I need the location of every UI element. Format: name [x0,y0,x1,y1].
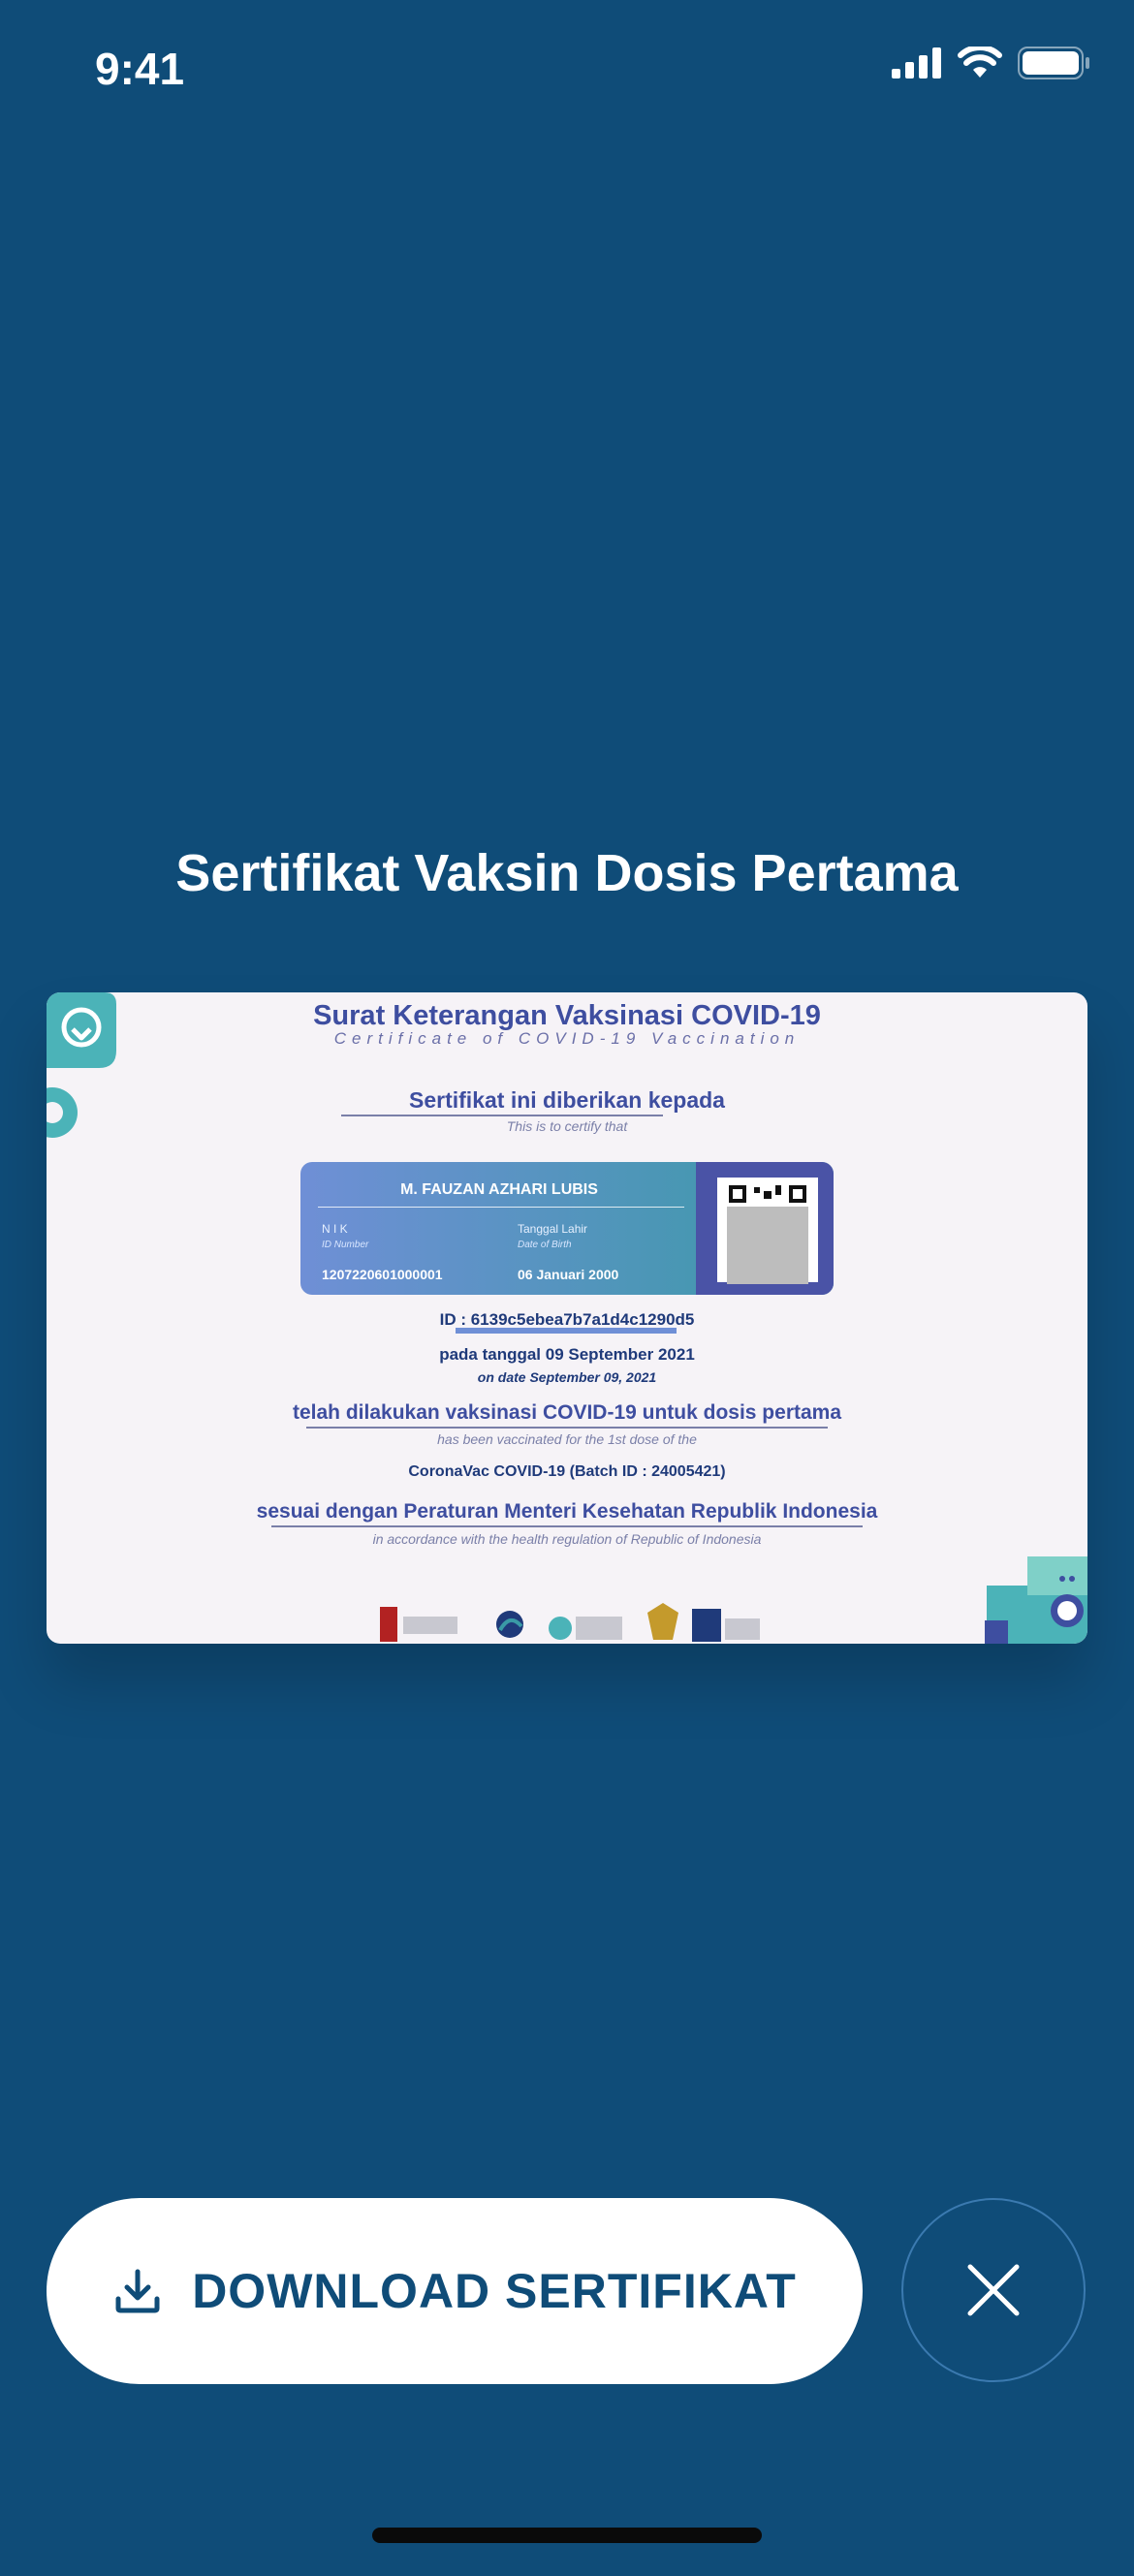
nik-label: N I K [322,1222,348,1236]
vaccinated-statement-en: has been vaccinated for the 1st dose of … [437,1431,697,1447]
vaccination-date: pada tanggal 09 September 2021 [439,1345,695,1364]
qr-code-icon [729,1185,806,1203]
page-title: Sertifikat Vaksin Dosis Pertama [175,844,959,902]
holder-card: M. FAUZAN AZHARI LUBIS N I K ID Number 1… [300,1162,834,1295]
status-bar: 9:41 [0,0,1134,136]
vaccination-date-en: on date September 09, 2021 [477,1369,657,1385]
vaccine-certificate: Surat Keterangan Vaksinasi COVID-19 Cert… [47,992,1087,1644]
download-certificate-button[interactable]: DOWNLOAD SERTIFIKAT [47,2198,863,2384]
qr-panel [696,1162,834,1295]
vaccine-batch: CoronaVac COVID-19 (Batch ID : 24005421) [408,1463,726,1480]
wifi-icon [958,47,1002,78]
status-time: 9:41 [95,44,185,94]
certificate-certify-en: This is to certify that [506,1118,628,1134]
close-icon [967,2264,1020,2316]
certificate-id: ID : 6139c5ebea7b7a1d4c1290d5 [439,1310,695,1329]
holder-name: M. FAUZAN AZHARI LUBIS [400,1181,598,1198]
cellular-signal-icon [892,47,941,79]
dob-label: Tanggal Lahir [518,1222,588,1236]
certificate-subtitle: Certificate of COVID-19 Vaccination [333,1029,801,1048]
status-icons [892,47,1091,79]
nik-label-en: ID Number [322,1240,369,1250]
vaccinated-statement: telah dilakukan vaksinasi COVID-19 untuk… [292,1401,842,1424]
home-indicator[interactable] [372,2528,762,2543]
regulation-statement-en: in accordance with the health regulation… [372,1531,762,1547]
close-button[interactable] [901,2198,1086,2382]
regulation-statement: sesuai dengan Peraturan Menteri Kesehata… [256,1500,878,1523]
holder-name-divider [318,1207,684,1208]
battery-icon [1018,47,1089,79]
dob-value: 06 Januari 2000 [518,1267,619,1282]
download-icon [115,2269,160,2313]
download-button-label: DOWNLOAD SERTIFIKAT [192,2264,797,2318]
dob-label-en: Date of Birth [518,1240,572,1250]
certificate-given-to: Sertifikat ini diberikan kepada [409,1087,725,1113]
nik-value: 1207220601000001 [322,1267,443,1282]
certificate-title: Surat Keterangan Vaksinasi COVID-19 [313,1000,821,1031]
qr-redaction [727,1207,808,1284]
